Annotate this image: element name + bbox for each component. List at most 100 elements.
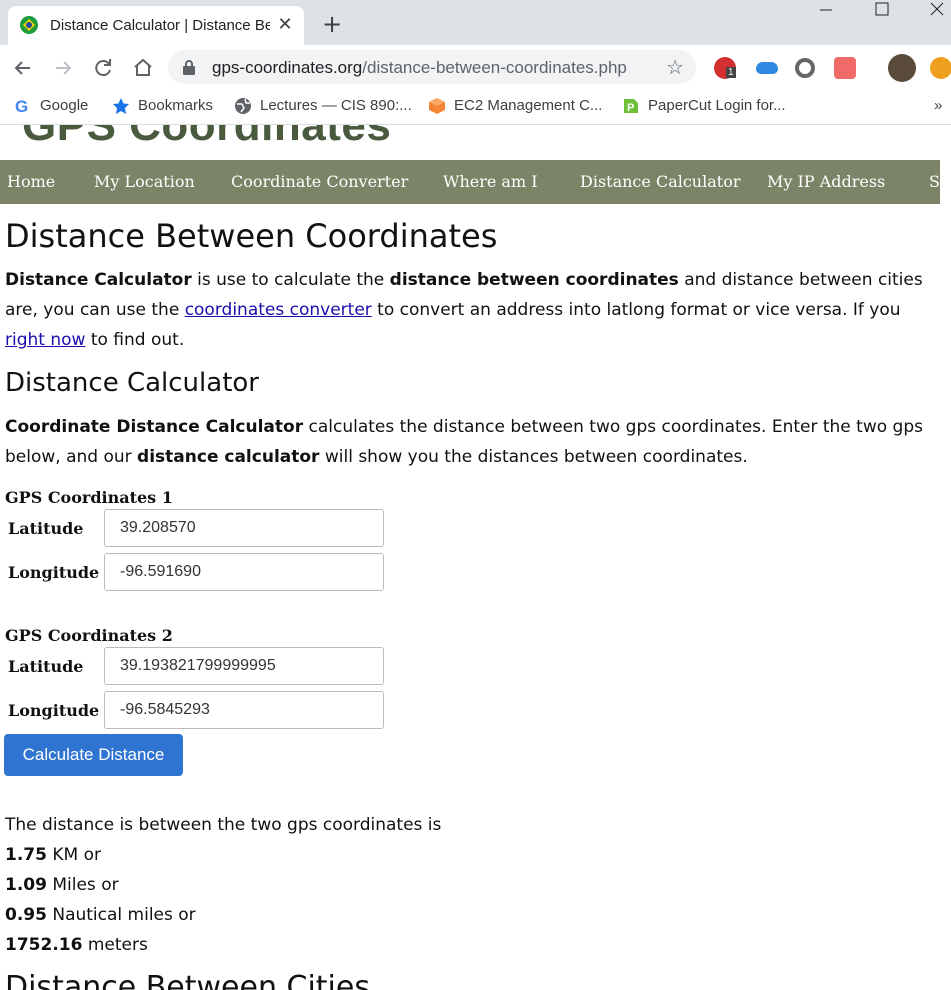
page-content: GPS Coordinates Home My Location Coordin… (0, 125, 940, 990)
bookmark-label: EC2 Management C... (454, 97, 603, 114)
tab-close-icon[interactable]: ✕ (274, 14, 296, 36)
arrow-extension-icon[interactable] (834, 57, 856, 79)
back-icon[interactable] (10, 55, 36, 81)
desc-line-1: Coordinate Distance Calculator calculate… (5, 412, 923, 442)
new-tab-button[interactable]: + (318, 10, 346, 38)
intro-bold-1: Distance Calculator (5, 270, 192, 290)
intro-text: to find out. (85, 330, 185, 350)
star-icon (113, 98, 129, 115)
circle-extension-icon[interactable] (795, 58, 815, 78)
latitude-1-label: Latitude (8, 519, 84, 538)
calculate-distance-button[interactable]: Calculate Distance (4, 734, 183, 776)
result-miles: 1.09 Miles or (5, 875, 119, 895)
result-nautical-miles: 0.95 Nautical miles or (5, 905, 196, 925)
latitude-2-input[interactable] (104, 647, 384, 685)
url-path: /distance-between-coordinates.php (362, 58, 627, 77)
google-icon: G (15, 97, 28, 115)
tab-title: Distance Calculator | Distance Bet (50, 17, 270, 34)
svg-text:P: P (627, 102, 634, 114)
bookmark-label: Google (40, 97, 89, 114)
address-bar[interactable]: gps-coordinates.org/distance-between-coo… (168, 50, 696, 84)
nav-where-am-i[interactable]: Where am I (443, 172, 538, 191)
nav-my-ip-address[interactable]: My IP Address (767, 172, 885, 191)
site-favicon-icon (20, 16, 38, 34)
nav-coordinate-converter[interactable]: Coordinate Converter (231, 172, 408, 191)
bookmark-google[interactable]: G Google (14, 97, 88, 115)
nav-more-item[interactable]: S (929, 172, 940, 191)
intro-line-3: right now to find out. (5, 325, 184, 355)
bookmark-label: PaperCut Login for... (648, 97, 786, 114)
bookmark-ec2[interactable]: EC2 Management C... (428, 97, 602, 115)
bookmark-label: Bookmarks (138, 97, 214, 114)
longitude-1-input[interactable] (104, 553, 384, 591)
extension-icon[interactable] (930, 57, 951, 79)
desc-bold-1: Coordinate Distance Calculator (5, 417, 304, 437)
latitude-1-input[interactable] (104, 509, 384, 547)
lock-icon (183, 60, 195, 75)
nav-distance-calculator[interactable]: Distance Calculator (580, 172, 740, 191)
result-meters-value: 1752.16 (5, 935, 83, 955)
site-nav: Home My Location Coordinate Converter Wh… (0, 160, 940, 204)
result-nm-unit: Nautical miles or (46, 905, 196, 925)
bookmark-lectures[interactable]: Lectures — CIS 890:... (234, 97, 412, 115)
intro-line-2: are, you can use the coordinates convert… (5, 295, 901, 325)
site-title[interactable]: GPS Coordinates (22, 125, 391, 151)
page-title: Distance Between Coordinates (5, 217, 498, 255)
url-text: gps-coordinates.org/distance-between-coo… (212, 58, 627, 78)
result-miles-value: 1.09 (5, 875, 47, 895)
nav-home[interactable]: Home (7, 172, 55, 191)
calculator-heading: Distance Calculator (5, 368, 259, 398)
globe-icon (235, 98, 251, 115)
bookmark-label: Lectures — CIS 890:... (260, 97, 412, 114)
latitude-2-label: Latitude (8, 657, 84, 676)
close-window-icon[interactable] (916, 0, 951, 22)
intro-text: is use to calculate the (191, 270, 390, 290)
result-miles-unit: Miles or (46, 875, 119, 895)
desc-text: calculates the distance between two gps … (303, 417, 923, 437)
intro-text: are, you can use the (5, 300, 185, 320)
forward-icon[interactable] (50, 55, 76, 81)
papercut-icon: P (624, 99, 638, 114)
adblock-extension-icon[interactable]: 1 (714, 57, 736, 79)
result-intro: The distance is between the two gps coor… (5, 815, 442, 835)
svg-text:G: G (15, 97, 28, 115)
result-km: 1.75 KM or (5, 845, 101, 865)
desc-line-2: below, and our distance calculator will … (5, 442, 748, 472)
bookmark-star-icon[interactable]: ☆ (666, 55, 684, 79)
browser-tab[interactable]: Distance Calculator | Distance Bet ✕ (8, 6, 304, 45)
bookmark-papercut[interactable]: P PaperCut Login for... (622, 97, 786, 115)
result-km-value: 1.75 (5, 845, 47, 865)
minimize-window-icon[interactable] (802, 0, 848, 22)
result-km-unit: KM or (46, 845, 101, 865)
home-icon[interactable] (130, 55, 156, 81)
desc-bold-2: distance calculator (137, 447, 320, 467)
profile-avatar[interactable] (888, 54, 916, 82)
desc-text: below, and our (5, 447, 138, 467)
result-meters: 1752.16 meters (5, 935, 148, 955)
gps-coordinates-2-label: GPS Coordinates 2 (5, 626, 173, 645)
gps-coordinates-1-label: GPS Coordinates 1 (5, 488, 173, 507)
nav-my-location[interactable]: My Location (94, 172, 195, 191)
tab-strip: Distance Calculator | Distance Bet ✕ + (0, 0, 951, 45)
intro-text: and distance between cities (678, 270, 923, 290)
bookmarks-bar: G Google Bookmarks Lectures — CIS 890:...… (0, 90, 951, 125)
right-now-link[interactable]: right now (5, 330, 85, 350)
result-nm-value: 0.95 (5, 905, 47, 925)
longitude-1-label: Longitude (8, 563, 100, 582)
reload-icon[interactable] (90, 55, 116, 81)
bookmark-bookmarks[interactable]: Bookmarks (112, 97, 213, 115)
longitude-2-label: Longitude (8, 701, 100, 720)
result-meters-unit: meters (82, 935, 148, 955)
coordinates-converter-link[interactable]: coordinates converter (185, 300, 372, 320)
longitude-2-input[interactable] (104, 691, 384, 729)
cities-heading: Distance Between Cities (5, 970, 370, 990)
cloud-extension-icon[interactable] (756, 62, 778, 74)
desc-text: will show you the distances between coor… (319, 447, 748, 467)
extension-badge: 1 (726, 67, 736, 78)
bookmarks-overflow-icon[interactable]: » (934, 97, 942, 114)
aws-cube-icon (429, 98, 445, 115)
url-host: gps-coordinates.org (212, 58, 363, 77)
maximize-window-icon[interactable] (859, 0, 905, 22)
browser-toolbar: gps-coordinates.org/distance-between-coo… (0, 45, 951, 90)
intro-line-1: Distance Calculator is use to calculate … (5, 265, 923, 295)
